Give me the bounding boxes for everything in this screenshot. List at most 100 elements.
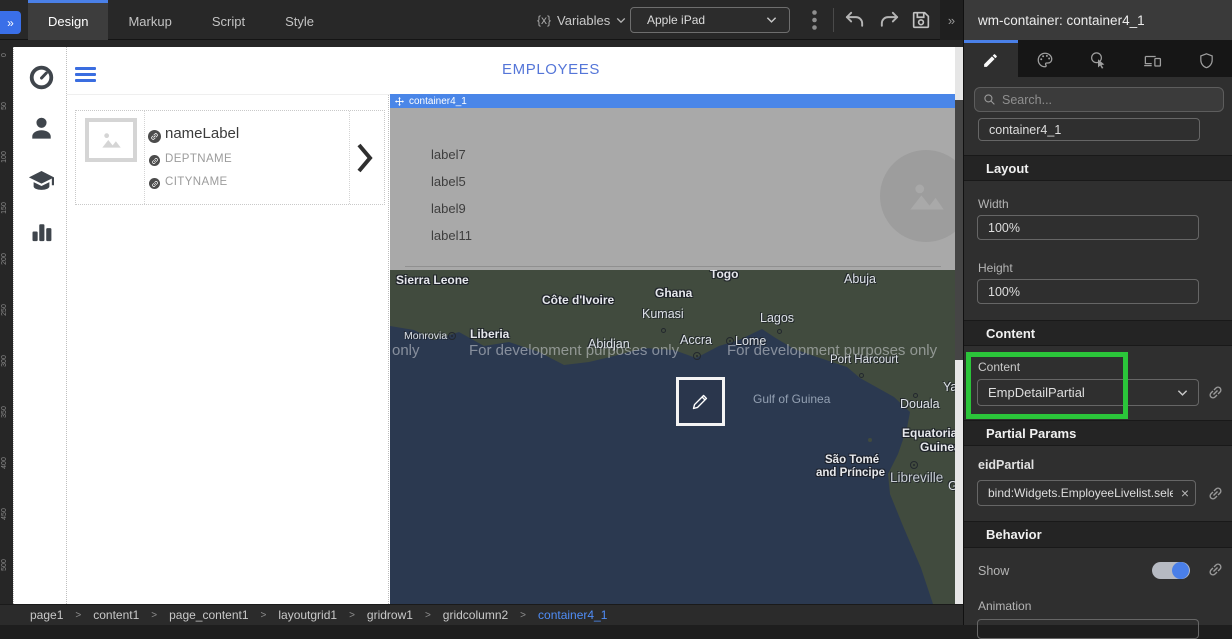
redo-icon[interactable]: [876, 8, 902, 32]
property-search[interactable]: [974, 87, 1224, 112]
bind-icon: [149, 178, 160, 189]
map-edit-button[interactable]: [676, 377, 725, 426]
tab-style[interactable]: Style: [265, 0, 334, 40]
breadcrumb-page-content1[interactable]: page_content1: [169, 608, 248, 622]
height-input[interactable]: [988, 285, 1188, 299]
employee-city-label[interactable]: CITYNAME: [165, 176, 228, 188]
tab-devices[interactable]: [1125, 40, 1179, 77]
widget-name-field[interactable]: [978, 118, 1200, 141]
breadcrumb-gridcolumn2[interactable]: gridcolumn2: [443, 608, 508, 622]
employee-picture-placeholder[interactable]: [85, 118, 137, 162]
employee-dept-label[interactable]: DEPTNAME: [165, 153, 232, 165]
detail-label[interactable]: label9: [431, 201, 466, 216]
content-partial-select[interactable]: EmpDetailPartial: [977, 379, 1199, 406]
ruler-mark: 350: [1, 403, 11, 421]
ruler-mark: 200: [1, 250, 11, 268]
detail-label[interactable]: label5: [431, 174, 466, 189]
panel-expand-icon[interactable]: »: [940, 0, 963, 40]
toolbar-divider: [833, 8, 834, 32]
tab-properties[interactable]: [964, 40, 1018, 77]
city-marker: [661, 328, 666, 333]
bind-link-icon[interactable]: [1207, 384, 1224, 401]
app-title: EMPLOYEES: [451, 61, 651, 78]
clear-icon[interactable]: ×: [1181, 484, 1189, 502]
map-label: Ga: [948, 479, 955, 493]
map-label: Accra: [680, 333, 712, 347]
animation-field[interactable]: [977, 619, 1199, 639]
chevron-down-icon: [766, 16, 777, 24]
shield-icon: [1198, 52, 1215, 69]
widget-name-input[interactable]: [989, 123, 1189, 137]
tab-design[interactable]: Design: [28, 0, 108, 40]
canvas-scrollbar-thumb[interactable]: [955, 100, 963, 360]
dashboard-nav-icon[interactable]: [28, 64, 55, 91]
tab-security[interactable]: [1179, 40, 1232, 77]
top-toolbar: » Design Markup Script Style {x} Variabl…: [0, 0, 963, 40]
project-panel-expand-icon[interactable]: »: [0, 11, 21, 34]
education-nav-icon[interactable]: [28, 167, 55, 194]
employee-list-item[interactable]: nameLabel DEPTNAME CITYNAME: [75, 110, 385, 205]
breadcrumb-separator: >: [151, 610, 157, 621]
app-header: EMPLOYEES: [67, 47, 955, 95]
breadcrumb-separator: >: [349, 610, 355, 621]
variables-menu[interactable]: {x} Variables: [537, 0, 626, 40]
map-label: Kumasi: [642, 307, 684, 321]
ruler-mark: 500: [1, 556, 11, 574]
ruler-mark: 150: [1, 199, 11, 217]
map-watermark: For development purposes only: [469, 342, 679, 359]
map-watermark: only: [392, 342, 420, 359]
tab-events[interactable]: [1072, 40, 1126, 77]
breadcrumb-layoutgrid1[interactable]: layoutgrid1: [278, 608, 337, 622]
undo-icon[interactable]: [841, 8, 867, 32]
map-widget[interactable]: Sierra Leone Côte d'Ivoire Ghana Kumasi …: [390, 270, 955, 604]
palette-icon: [1036, 51, 1054, 69]
variables-icon: {x}: [537, 13, 551, 27]
bind-icon: [149, 155, 160, 166]
ruler-mark: 250: [1, 301, 11, 319]
bind-link-icon[interactable]: [1207, 561, 1224, 578]
hamburger-menu-icon[interactable]: [75, 67, 96, 82]
breadcrumb-container4_1[interactable]: container4_1: [538, 608, 607, 622]
selection-tag-label: container4_1: [409, 96, 467, 107]
save-icon[interactable]: [908, 8, 934, 32]
kebab-menu-icon[interactable]: [801, 8, 827, 32]
chevron-down-icon: [616, 17, 626, 24]
employee-name-label[interactable]: nameLabel: [165, 125, 239, 142]
map-label: Gulf of Guinea: [753, 392, 830, 406]
pencil-icon: [690, 391, 711, 412]
eidpartial-input[interactable]: [988, 486, 1173, 500]
content-field-label: Content: [978, 360, 1020, 374]
show-toggle[interactable]: [1152, 561, 1190, 580]
detail-label[interactable]: label11: [431, 228, 472, 243]
tab-styles[interactable]: [1018, 40, 1072, 77]
map-label: Equatoria: [902, 426, 955, 440]
bind-icon: [148, 130, 161, 143]
width-input[interactable]: [988, 221, 1188, 235]
eidpartial-field[interactable]: ×: [977, 480, 1196, 506]
detail-label[interactable]: label7: [431, 147, 466, 162]
search-input[interactable]: [1002, 93, 1215, 107]
width-field[interactable]: [977, 215, 1199, 240]
chart-nav-icon[interactable]: [28, 218, 55, 245]
tab-script[interactable]: Script: [192, 0, 265, 40]
selection-bar-container4_1[interactable]: container4_1: [390, 94, 955, 108]
breadcrumb-gridrow1[interactable]: gridrow1: [367, 608, 413, 622]
animation-label: Animation: [978, 599, 1031, 613]
capital-marker: [726, 337, 734, 345]
ruler-mark: 0: [1, 46, 11, 64]
bind-link-icon[interactable]: [1207, 485, 1224, 502]
tab-markup[interactable]: Markup: [108, 0, 191, 40]
partial-detail-container[interactable]: label7 label5 label9 label11: [390, 108, 955, 270]
user-nav-icon[interactable]: [28, 115, 55, 142]
height-field[interactable]: [977, 279, 1199, 304]
cursor-click-icon: [1089, 51, 1107, 69]
variables-label: Variables: [557, 13, 610, 28]
ruler-mark: 300: [1, 352, 11, 370]
card-cell-separator: [349, 111, 350, 204]
breadcrumb-content1[interactable]: content1: [93, 608, 139, 622]
breadcrumb-page1[interactable]: page1: [30, 608, 63, 622]
device-selector[interactable]: Apple iPad: [630, 7, 790, 33]
mode-tabs: Design Markup Script Style: [28, 0, 334, 40]
map-label: Douala: [900, 397, 940, 411]
properties-panel: wm-container: container4_1: [963, 0, 1232, 625]
